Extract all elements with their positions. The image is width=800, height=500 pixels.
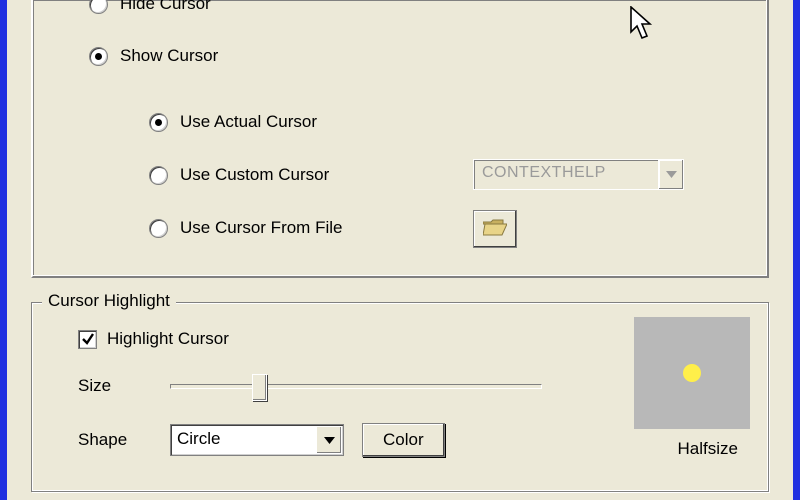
hide-cursor-label: Hide Cursor [120,0,211,14]
cursor-highlight-legend: Cursor Highlight [42,291,176,311]
hide-cursor-row: Hide Cursor [89,0,211,14]
size-slider[interactable] [170,373,542,399]
halfsize-label: Halfsize [678,439,738,459]
check-icon [81,332,95,346]
cursor-mode-group: Hide Cursor Show Cursor Use Actual Curso… [31,0,769,278]
shape-label: Shape [78,430,170,450]
radio-use-file[interactable] [149,219,168,238]
highlight-cursor-checkbox[interactable] [78,330,97,349]
use-actual-row: Use Actual Cursor [149,112,317,132]
radio-hide-cursor[interactable] [89,0,108,14]
size-label: Size [78,376,170,396]
cursor-highlight-group: Cursor Highlight Highlight Cursor Size S… [31,302,769,492]
highlight-preview-dot [683,364,701,382]
browse-file-button[interactable] [473,210,517,248]
shape-combo[interactable]: Circle [170,424,344,456]
custom-cursor-combo-value: CONTEXTHELP [474,160,658,189]
highlight-cursor-label: Highlight Cursor [107,329,229,349]
dropdown-arrow-icon [658,160,683,189]
radio-show-cursor[interactable] [89,47,108,66]
use-custom-row: Use Custom Cursor [149,165,329,185]
color-button-label: Color [383,430,424,450]
use-custom-label: Use Custom Cursor [180,165,329,185]
show-cursor-row: Show Cursor [89,46,218,66]
shape-combo-value: Circle [171,425,315,455]
color-button[interactable]: Color [362,423,445,457]
slider-track [170,384,542,389]
folder-open-icon [483,218,507,241]
show-cursor-label: Show Cursor [120,46,218,66]
slider-thumb[interactable] [252,374,267,401]
dropdown-arrow-icon[interactable] [316,426,342,454]
custom-cursor-combo: CONTEXTHELP [473,159,684,190]
use-file-label: Use Cursor From File [180,218,342,238]
use-file-row: Use Cursor From File [149,218,342,238]
radio-use-actual[interactable] [149,113,168,132]
highlight-preview [634,317,750,429]
radio-use-custom[interactable] [149,166,168,185]
use-actual-label: Use Actual Cursor [180,112,317,132]
